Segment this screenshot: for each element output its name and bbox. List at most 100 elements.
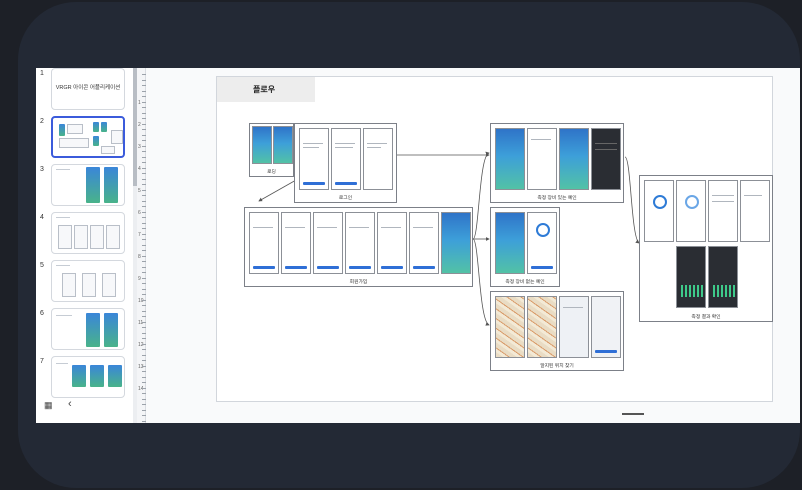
canvas-scroll-indicator[interactable] xyxy=(622,413,644,415)
slide-page[interactable]: 플로우 로딩 로그인 회원가입 측정 장비 있는 예인 측정 장비 없는 예인 … xyxy=(216,76,773,402)
thumbnail-number: 1 xyxy=(40,70,44,77)
phone-screen xyxy=(644,180,674,242)
presentation-editor: 1 VRGR 아이콘 어플리케이션 2 3 4 5 6 7 ▦ ‹ 1 2 3 … xyxy=(36,68,800,423)
flow-group-signup[interactable]: 회원가입 xyxy=(244,207,473,287)
thumbnail-row[interactable]: 4 xyxy=(36,212,133,256)
device-frame: 1 VRGR 아이콘 어플리케이션 2 3 4 5 6 7 ▦ ‹ 1 2 3 … xyxy=(18,2,800,488)
thumbnail-graphic xyxy=(111,130,123,144)
grid-view-icon[interactable]: ▦ xyxy=(44,400,53,411)
group-label: 로그인 xyxy=(338,196,353,201)
ruler-number: 3 xyxy=(138,144,141,150)
thumbnail-graphic xyxy=(86,313,100,347)
phone-screen xyxy=(495,128,525,190)
thumbnail-graphic xyxy=(58,225,72,249)
phone-screen xyxy=(676,246,706,308)
phone-screen xyxy=(495,212,525,274)
thumbnail-graphic xyxy=(56,363,68,364)
phone-screen xyxy=(708,180,738,242)
thumbnail-number: 3 xyxy=(40,166,44,173)
thumbnail-row[interactable]: 7 xyxy=(36,356,133,400)
flow-arrow xyxy=(624,156,640,244)
slide-title: 플로우 xyxy=(253,85,276,94)
thumbnail-number: 5 xyxy=(40,262,44,269)
phone-screen xyxy=(527,212,557,274)
phone-screen xyxy=(527,296,557,358)
thumbnail-graphic xyxy=(59,124,65,136)
thumbnail-row[interactable]: 2 xyxy=(36,116,133,160)
flow-arrow xyxy=(472,151,490,240)
chevron-left-icon[interactable]: ‹ xyxy=(68,398,72,410)
thumbnail-number: 7 xyxy=(40,358,44,365)
thumbnail-graphic xyxy=(56,265,70,266)
slide-thumbnail-selected[interactable] xyxy=(51,116,125,158)
slide-thumbnail[interactable] xyxy=(51,308,125,350)
phone-screen xyxy=(676,180,706,242)
flow-arrow xyxy=(472,238,490,326)
phone-screen xyxy=(331,128,361,190)
thumbnail-row[interactable]: 1 VRGR 아이콘 어플리케이션 xyxy=(36,68,133,112)
thumbnail-graphic xyxy=(56,217,70,218)
ruler-number: 8 xyxy=(138,254,141,260)
thumbnail-graphic xyxy=(108,365,122,387)
thumbnail-graphic xyxy=(102,273,116,297)
flow-group-result[interactable]: 측정 결과 확인 xyxy=(639,175,773,322)
thumbnail-footer: ▦ ‹ xyxy=(36,397,133,417)
phone-screen xyxy=(591,296,621,358)
flow-group-splash[interactable]: 로딩 xyxy=(249,123,294,177)
phone-screen xyxy=(495,296,525,358)
thumbnail-number: 6 xyxy=(40,310,44,317)
ruler-number: 9 xyxy=(138,276,141,282)
flow-group-measure-with-device[interactable]: 측정 장비 있는 예인 xyxy=(490,123,624,203)
thumbnail-graphic xyxy=(86,167,100,203)
slide-thumbnail-panel: 1 VRGR 아이콘 어플리케이션 2 3 4 5 6 7 ▦ ‹ xyxy=(36,68,133,423)
slide-canvas[interactable]: 플로우 로딩 로그인 회원가입 측정 장비 있는 예인 측정 장비 없는 예인 … xyxy=(146,68,800,423)
phone-screen xyxy=(377,212,407,274)
ruler-number: 2 xyxy=(138,122,141,128)
flow-group-measure-without-device[interactable]: 측정 장비 없는 예인 xyxy=(490,207,560,287)
phone-screen xyxy=(441,212,471,274)
slide-thumbnail[interactable] xyxy=(51,212,125,254)
thumbnail-graphic xyxy=(82,273,96,297)
thumbnail-graphic xyxy=(101,122,107,132)
thumbnail-row[interactable]: 6 xyxy=(36,308,133,352)
slide-thumbnail[interactable] xyxy=(51,164,125,206)
thumbnail-row[interactable]: 3 xyxy=(36,164,133,208)
phone-screen xyxy=(273,126,293,164)
phone-screen xyxy=(740,180,770,242)
ruler-number: 6 xyxy=(138,210,141,216)
phone-screen xyxy=(559,128,589,190)
phone-screen xyxy=(708,246,738,308)
thumbnail-graphic xyxy=(59,138,89,148)
thumbnail-title: VRGR 아이콘 어플리케이션 xyxy=(55,85,121,91)
phone-screen xyxy=(252,126,272,164)
thumbnail-graphic xyxy=(67,124,83,134)
thumbnail-graphic xyxy=(104,313,118,347)
flow-group-login[interactable]: 로그인 xyxy=(294,123,397,203)
slide-thumbnail[interactable] xyxy=(51,260,125,302)
phone-screen xyxy=(527,128,557,190)
group-label: 알지된 위치 찾기 xyxy=(540,364,574,369)
flow-group-find-location[interactable]: 알지된 위치 찾기 xyxy=(490,291,624,371)
thumbnail-graphic xyxy=(56,315,72,316)
thumbnail-graphic xyxy=(90,365,104,387)
phone-screen xyxy=(345,212,375,274)
phone-screen xyxy=(559,296,589,358)
slide-thumbnail[interactable] xyxy=(51,356,125,398)
ruler-number: 5 xyxy=(138,188,141,194)
phone-screen xyxy=(409,212,439,274)
thumbnail-row[interactable]: 5 xyxy=(36,260,133,304)
thumbnail-graphic xyxy=(62,273,76,297)
thumbnail-graphic xyxy=(93,136,99,146)
group-label: 로딩 xyxy=(267,170,276,175)
group-label: 측정 장비 있는 예인 xyxy=(537,196,577,201)
thumbnail-number: 4 xyxy=(40,214,44,221)
thumbnail-graphic xyxy=(93,122,99,132)
thumbnail-graphic xyxy=(56,169,70,170)
phone-screen xyxy=(313,212,343,274)
screen-background: 1 VRGR 아이콘 어플리케이션 2 3 4 5 6 7 ▦ ‹ 1 2 3 … xyxy=(0,0,802,490)
ruler-number: 7 xyxy=(138,232,141,238)
phone-screen xyxy=(249,212,279,274)
thumbnail-graphic xyxy=(104,167,118,203)
slide-thumbnail[interactable]: VRGR 아이콘 어플리케이션 xyxy=(51,68,125,110)
thumbnail-graphic xyxy=(74,225,88,249)
